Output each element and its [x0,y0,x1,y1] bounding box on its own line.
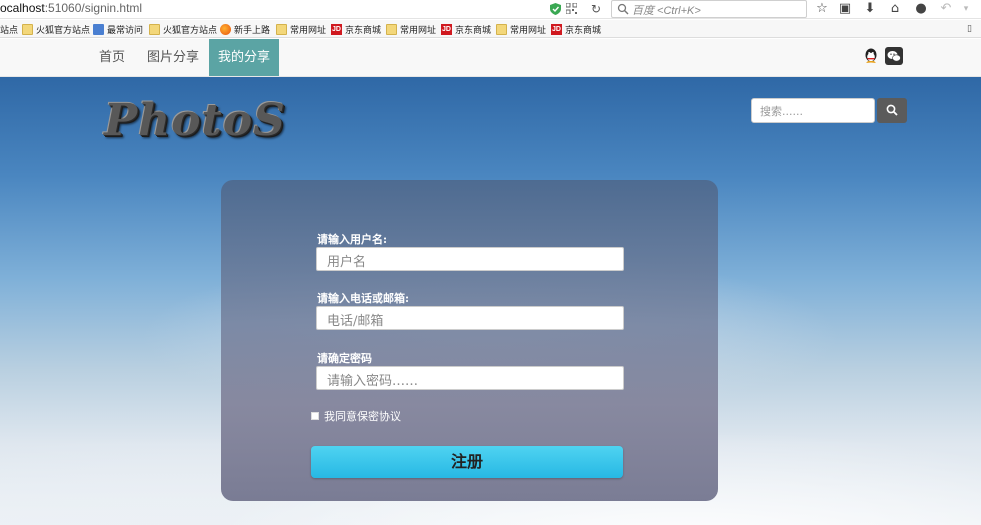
folder-icon [386,23,397,35]
register-panel: 请输入用户名: 用户名 请输入电话或邮箱: 电话/邮箱 请确定密码 请输入密码…… [221,180,718,501]
hero-background: PhotoS 搜索...... 请输入用户名: 用户名 请输入电话或邮箱: 电话… [0,77,981,525]
bookmark-label: 常用网址 [290,25,327,36]
bookmark-label: 京东商城 [455,25,492,36]
nav-my-share[interactable]: 我的分享 [209,39,279,76]
jd-icon: JD [441,23,452,35]
bookmark-item[interactable]: 火狐官方站点 [22,22,90,36]
jd-icon: JD [331,23,342,35]
chat-icon[interactable]: ● [913,1,929,17]
undo-icon[interactable]: ↶ [938,1,954,17]
download-icon[interactable]: ⬇ [862,1,878,17]
bookmark-item[interactable]: 最常访问 [93,22,143,36]
bookmark-item[interactable]: 常用网址 [386,22,436,36]
password-label: 请确定密码 [317,352,372,365]
url-path: :51060/signin.html [44,1,143,15]
bookmark-item[interactable]: 火狐官方站点 [149,22,217,36]
password-placeholder: 请输入密码…… [327,374,419,389]
qq-icon[interactable] [862,47,880,65]
contact-label: 请输入电话或邮箱: [317,292,410,305]
bookmark-label: 站点 [0,25,19,36]
site-search-input[interactable]: 搜索...... [751,98,875,123]
browser-toolbar: ocalhost:51060/signin.html ↻ 百度 <Ctrl+K>… [0,0,981,19]
home-icon[interactable]: ⌂ [887,1,903,17]
browser-search-placeholder: 百度 <Ctrl+K> [632,5,701,17]
bookmark-item[interactable]: 新手上路 [220,22,270,36]
firefox-icon [220,23,231,35]
folder-icon [496,23,507,35]
contact-placeholder: 电话/邮箱 [327,314,384,329]
bookmark-label: 常用网址 [400,25,437,36]
site-navbar: 首页 图片分享 我的分享 [0,39,981,77]
agree-label: 我同意保密协议 [324,410,401,423]
bookmark-item[interactable]: JD 京东商城 [551,22,601,36]
wechat-icon[interactable] [885,47,903,65]
qr-code-icon[interactable] [566,3,577,14]
folder-icon [149,23,160,35]
search-icon [886,104,898,116]
jd-icon: JD [551,23,562,35]
bookmark-label: 火狐官方站点 [163,25,218,36]
password-input[interactable]: 请输入密码…… [316,366,624,390]
url-field[interactable]: ocalhost:51060/signin.html [0,1,142,15]
dropdown-icon[interactable]: ▾ [958,1,974,17]
nav-home[interactable]: 首页 [89,39,135,76]
bookmark-item[interactable]: 站点 [0,22,18,36]
register-button[interactable]: 注册 [311,446,623,478]
bookmark-label: 火狐官方站点 [36,25,91,36]
bookmark-label: 最常访问 [107,25,144,36]
browser-search-input[interactable]: 百度 <Ctrl+K> [611,0,807,18]
username-placeholder: 用户名 [327,255,367,270]
folder-icon [276,23,287,35]
username-label: 请输入用户名: [317,233,388,246]
bookmark-label: 常用网址 [510,25,547,36]
site-logo[interactable]: PhotoS [104,95,286,146]
folder-icon [22,23,33,35]
bookmark-label: 京东商城 [565,25,602,36]
bookmark-label: 新手上路 [234,25,271,36]
page-icon [93,23,104,35]
reload-icon[interactable]: ↻ [589,1,603,17]
agree-checkbox[interactable] [311,412,319,420]
reading-list-icon[interactable]: ▣ [837,1,853,17]
bookmark-item[interactable]: JD 京东商城 [331,22,381,36]
shield-icon[interactable] [550,3,561,15]
site-search-button[interactable] [877,98,907,123]
bookmark-item[interactable]: JD 京东商城 [441,22,491,36]
bookmarks-overflow-icon[interactable]: ▯ [967,22,972,36]
agree-option[interactable]: 我同意保密协议 [311,408,401,424]
bookmark-item[interactable]: 常用网址 [496,22,546,36]
search-icon [617,3,629,15]
url-host: ocalhost [0,1,45,15]
bookmark-star-icon[interactable]: ☆ [814,1,830,17]
contact-input[interactable]: 电话/邮箱 [316,306,624,330]
site-search-placeholder: 搜索...... [760,105,803,118]
bookmarks-bar: 站点 火狐官方站点 最常访问 火狐官方站点 新手上路 常用网址 JD 京东商城 常… [0,20,981,38]
nav-image-share[interactable]: 图片分享 [137,39,209,76]
bookmark-item[interactable]: 常用网址 [276,22,326,36]
username-input[interactable]: 用户名 [316,247,624,271]
bookmark-label: 京东商城 [345,25,382,36]
